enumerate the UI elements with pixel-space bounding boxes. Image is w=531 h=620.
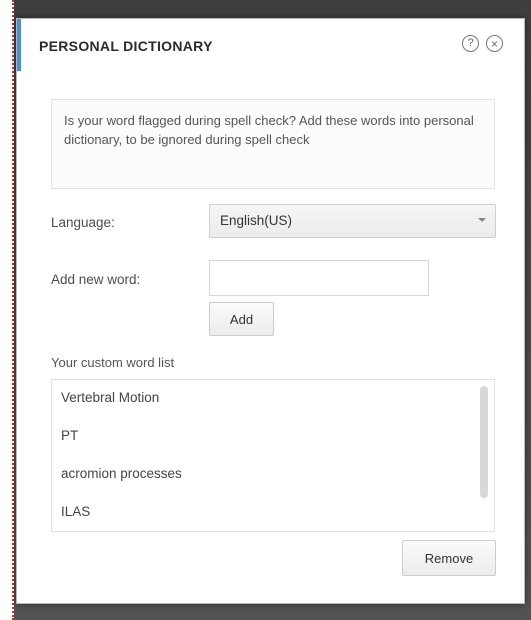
background-page-edge — [0, 0, 14, 620]
new-word-input[interactable] — [209, 260, 429, 296]
language-select[interactable]: English(US) — [209, 204, 496, 238]
list-item[interactable]: Vertebral Motion — [61, 390, 159, 405]
help-icon[interactable]: ? — [462, 35, 479, 52]
dialog-header: PERSONAL DICTIONARY ? × — [17, 19, 524, 71]
language-select-value: English(US) — [220, 213, 293, 228]
language-label: Language: — [51, 215, 115, 230]
close-icon[interactable]: × — [486, 35, 503, 52]
chevron-down-icon — [478, 218, 486, 222]
list-item[interactable]: acromion processes — [61, 466, 182, 481]
personal-dictionary-dialog: PERSONAL DICTIONARY ? × Is your word fla… — [16, 18, 525, 604]
dialog-title: PERSONAL DICTIONARY — [39, 38, 213, 54]
new-word-label: Add new word: — [51, 272, 141, 287]
word-list-heading: Your custom word list — [51, 355, 175, 370]
info-message: Is your word flagged during spell check?… — [51, 99, 495, 189]
list-item[interactable]: ILAS — [61, 504, 90, 519]
list-item[interactable]: PT — [61, 428, 78, 443]
add-word-button[interactable]: Add — [209, 302, 274, 336]
remove-word-button[interactable]: Remove — [402, 540, 496, 576]
list-scrollbar[interactable] — [480, 386, 488, 498]
custom-word-list[interactable]: Vertebral Motion PT acromion processes I… — [51, 379, 495, 532]
